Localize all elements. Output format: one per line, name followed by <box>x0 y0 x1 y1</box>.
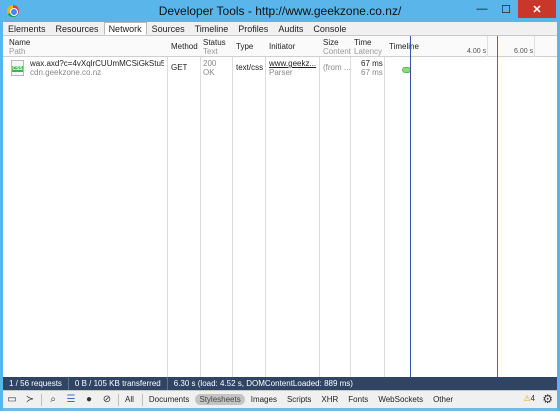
network-summary-bar: 1 / 56 requests 0 B / 105 KB transferred… <box>3 377 557 390</box>
timeline-tick-label: 6.00 s <box>514 48 534 55</box>
tab-profiles[interactable]: Profiles <box>233 22 273 35</box>
tab-sources[interactable]: Sources <box>147 22 190 35</box>
filter-images[interactable]: Images <box>247 394 281 405</box>
column-header-name-label: Name <box>9 38 31 47</box>
tab-console[interactable]: Console <box>308 22 351 35</box>
request-type: text/css <box>236 63 264 72</box>
column-header-text-label: Text <box>203 47 218 56</box>
window-titlebar: Developer Tools - http://www.geekzone.co… <box>0 0 560 22</box>
column-header-path-label: Path <box>9 47 26 56</box>
network-grid: Name Path Method Status Text Type Initia… <box>3 36 557 377</box>
column-header-content-label: Content <box>323 47 352 56</box>
column-divider <box>350 36 351 377</box>
column-header-type[interactable]: Type <box>236 42 253 51</box>
column-header-method[interactable]: Method <box>171 42 198 51</box>
summary-transferred: 0 B / 105 KB transferred <box>69 377 168 390</box>
search-icon[interactable]: ⌕ <box>44 392 62 408</box>
bottom-toolbar: ▭ ≻ ⌕ ☰ ● ⊘ All Documents Stylesheets Im… <box>3 390 557 408</box>
css-file-icon: CSS <box>11 60 24 76</box>
filter-other[interactable]: Other <box>429 394 457 405</box>
timeline-tick-line <box>534 36 535 57</box>
close-button[interactable]: ✕ <box>518 0 556 18</box>
console-toggle-icon[interactable]: ≻ <box>21 392 39 408</box>
summary-timing: 6.30 s (load: 4.52 s, DOMContentLoaded: … <box>173 379 353 388</box>
warning-count-value: 4 <box>530 394 535 403</box>
column-divider <box>167 36 168 377</box>
column-divider <box>200 36 201 377</box>
column-header-initiator[interactable]: Initiator <box>269 42 295 51</box>
filter-stylesheets[interactable]: Stylesheets <box>195 394 245 405</box>
warning-count[interactable]: ⚠4 <box>523 394 535 403</box>
tab-resources[interactable]: Resources <box>51 22 104 35</box>
request-initiator-type: Parser <box>269 68 293 77</box>
load-event-marker <box>497 36 498 377</box>
toolbar-separator <box>41 393 42 406</box>
maximize-button[interactable]: ☐ <box>494 0 518 18</box>
timeline-tick-line <box>487 36 488 57</box>
warning-icon: ⚠ <box>523 394 531 403</box>
dom-content-loaded-marker <box>410 36 411 377</box>
clear-icon[interactable]: ⊘ <box>98 392 116 408</box>
filter-xhr[interactable]: XHR <box>317 394 342 405</box>
list-view-icon[interactable]: ☰ <box>62 392 80 408</box>
request-latency: 67 ms <box>361 68 383 77</box>
toolbar-separator <box>118 393 119 406</box>
request-path: cdn.geekzone.co.nz <box>30 68 102 77</box>
column-divider <box>319 36 320 377</box>
request-row[interactable]: CSS wax.axd?c=4vXqlrCUUmMCSiGkStu53... c… <box>3 57 557 78</box>
dock-icon[interactable]: ▭ <box>3 392 21 408</box>
column-header-time[interactable]: Time Latency <box>354 38 382 56</box>
filter-fonts[interactable]: Fonts <box>344 394 372 405</box>
column-divider <box>232 36 233 377</box>
tab-timeline[interactable]: Timeline <box>190 22 234 35</box>
summary-requests: 1 / 56 requests <box>3 377 69 390</box>
column-header-size-label: Size <box>323 38 339 47</box>
request-status-text: OK <box>203 68 215 77</box>
filter-scripts[interactable]: Scripts <box>283 394 315 405</box>
column-header-time-label: Time <box>354 38 372 47</box>
column-header-name[interactable]: Name Path <box>9 38 30 56</box>
column-header-timeline[interactable]: Timeline <box>389 42 419 51</box>
tab-audits[interactable]: Audits <box>273 22 308 35</box>
tab-elements[interactable]: Elements <box>3 22 51 35</box>
request-size: (from ... <box>323 63 351 72</box>
toolbar-separator <box>141 393 143 406</box>
request-method: GET <box>171 63 188 72</box>
panel-tabbar: Elements Resources Network Sources Timel… <box>3 22 557 36</box>
minimize-button[interactable]: — <box>470 0 494 18</box>
tab-network[interactable]: Network <box>103 22 147 35</box>
column-header-status[interactable]: Status Text <box>203 38 226 56</box>
gear-icon[interactable]: ⚙ <box>542 392 553 406</box>
filter-documents[interactable]: Documents <box>145 394 193 405</box>
column-divider <box>265 36 266 377</box>
grid-header: Name Path Method Status Text Type Initia… <box>3 36 557 57</box>
column-header-latency-label: Latency <box>354 47 383 56</box>
timeline-tick-label: 4.00 s <box>467 48 487 55</box>
record-icon[interactable]: ● <box>80 392 98 408</box>
column-header-size[interactable]: Size Content <box>323 38 351 56</box>
filter-websockets[interactable]: WebSockets <box>374 394 427 405</box>
column-header-status-label: Status <box>203 38 226 47</box>
css-file-icon-label: CSS <box>12 66 23 72</box>
filter-all[interactable]: All <box>121 394 138 405</box>
column-divider <box>384 36 385 377</box>
